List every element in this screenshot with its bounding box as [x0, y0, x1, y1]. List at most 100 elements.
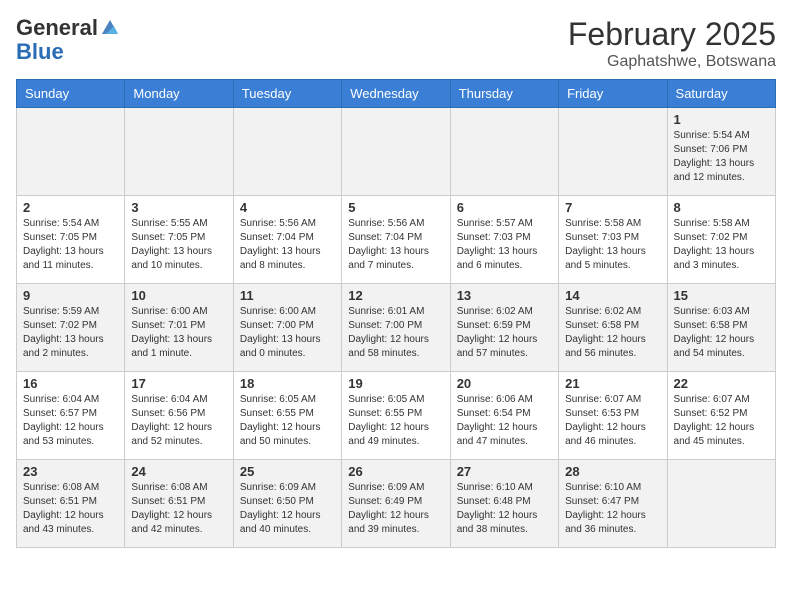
table-row: 13 Sunrise: 6:02 AMSunset: 6:59 PMDayligh… [450, 284, 558, 372]
table-row: 20 Sunrise: 6:06 AMSunset: 6:54 PMDayligh… [450, 372, 558, 460]
day-info: Sunrise: 5:54 AMSunset: 7:06 PMDaylight:… [674, 129, 769, 185]
col-sunday: Sunday [17, 80, 125, 108]
day-number: 18 [240, 376, 335, 391]
col-saturday: Saturday [667, 80, 775, 108]
logo-blue-text: Blue [16, 39, 64, 64]
logo-icon [100, 18, 120, 38]
day-number: 3 [131, 200, 226, 215]
logo-general-text: General [16, 16, 98, 40]
day-number: 1 [674, 112, 769, 127]
day-number: 14 [565, 288, 660, 303]
day-info: Sunrise: 6:00 AMSunset: 7:01 PMDaylight:… [131, 305, 226, 361]
day-number: 19 [348, 376, 443, 391]
day-info: Sunrise: 5:56 AMSunset: 7:04 PMDaylight:… [240, 217, 335, 273]
day-number: 17 [131, 376, 226, 391]
day-number: 22 [674, 376, 769, 391]
table-row: 24Sunrise: 6:08 AMSunset: 6:51 PMDayligh… [125, 460, 233, 548]
table-row: 12 Sunrise: 6:01 AMSunset: 7:00 PMDayligh… [342, 284, 450, 372]
table-row: 4 Sunrise: 5:56 AMSunset: 7:04 PMDaylight… [233, 196, 341, 284]
day-number: 4 [240, 200, 335, 215]
table-row: 5 Sunrise: 5:56 AMSunset: 7:04 PMDaylight… [342, 196, 450, 284]
day-number: 28 [565, 464, 660, 479]
table-row: 11 Sunrise: 6:00 AMSunset: 7:00 PMDayligh… [233, 284, 341, 372]
table-row [450, 108, 558, 196]
table-row [559, 108, 667, 196]
day-number: 9 [23, 288, 118, 303]
day-info: Sunrise: 5:59 AMSunset: 7:02 PMDaylight:… [23, 305, 118, 361]
table-row [342, 108, 450, 196]
calendar: Sunday Monday Tuesday Wednesday Thursday… [16, 79, 776, 548]
day-number: 11 [240, 288, 335, 303]
table-row [233, 108, 341, 196]
col-wednesday: Wednesday [342, 80, 450, 108]
day-info: Sunrise: 6:04 AMSunset: 6:57 PMDaylight:… [23, 393, 118, 449]
col-monday: Monday [125, 80, 233, 108]
day-number: 12 [348, 288, 443, 303]
table-row: 25 Sunrise: 6:09 AMSunset: 6:50 PMDayligh… [233, 460, 341, 548]
day-info: Sunrise: 6:10 AMSunset: 6:47 PMDaylight:… [565, 481, 660, 537]
table-row: 27 Sunrise: 6:10 AMSunset: 6:48 PMDayligh… [450, 460, 558, 548]
table-row: 23 Sunrise: 6:08 AMSunset: 6:51 PMDayligh… [17, 460, 125, 548]
day-info: Sunrise: 5:55 AMSunset: 7:05 PMDaylight:… [131, 217, 226, 273]
logo: General Blue [16, 16, 120, 64]
day-number: 6 [457, 200, 552, 215]
col-thursday: Thursday [450, 80, 558, 108]
day-number: 25 [240, 464, 335, 479]
day-number: 21 [565, 376, 660, 391]
month-title: February 2025 [568, 16, 776, 53]
table-row: 1 Sunrise: 5:54 AMSunset: 7:06 PMDaylight… [667, 108, 775, 196]
calendar-week-row: 9 Sunrise: 5:59 AMSunset: 7:02 PMDaylight… [17, 284, 776, 372]
table-row [125, 108, 233, 196]
day-info: Sunrise: 5:58 AMSunset: 7:03 PMDaylight:… [565, 217, 660, 273]
table-row [17, 108, 125, 196]
day-info: Sunrise: 6:08 AMSunset: 6:51 PMDaylight:… [23, 481, 118, 537]
day-info: Sunrise: 6:09 AMSunset: 6:50 PMDaylight:… [240, 481, 335, 537]
table-row: 3 Sunrise: 5:55 AMSunset: 7:05 PMDaylight… [125, 196, 233, 284]
calendar-week-row: 23 Sunrise: 6:08 AMSunset: 6:51 PMDayligh… [17, 460, 776, 548]
header: General Blue February 2025 Gaphatshwe, B… [16, 16, 776, 71]
day-info: Sunrise: 6:07 AMSunset: 6:52 PMDaylight:… [674, 393, 769, 449]
day-info: Sunrise: 6:02 AMSunset: 6:59 PMDaylight:… [457, 305, 552, 361]
table-row: 28 Sunrise: 6:10 AMSunset: 6:47 PMDayligh… [559, 460, 667, 548]
day-info: Sunrise: 6:07 AMSunset: 6:53 PMDaylight:… [565, 393, 660, 449]
day-info: Sunrise: 6:06 AMSunset: 6:54 PMDaylight:… [457, 393, 552, 449]
day-number: 26 [348, 464, 443, 479]
day-info: Sunrise: 5:54 AMSunset: 7:05 PMDaylight:… [23, 217, 118, 273]
day-info: Sunrise: 6:03 AMSunset: 6:58 PMDaylight:… [674, 305, 769, 361]
col-friday: Friday [559, 80, 667, 108]
table-row: 16 Sunrise: 6:04 AMSunset: 6:57 PMDayligh… [17, 372, 125, 460]
table-row: 2 Sunrise: 5:54 AMSunset: 7:05 PMDaylight… [17, 196, 125, 284]
day-number: 13 [457, 288, 552, 303]
col-tuesday: Tuesday [233, 80, 341, 108]
day-number: 5 [348, 200, 443, 215]
day-number: 15 [674, 288, 769, 303]
calendar-week-row: 16 Sunrise: 6:04 AMSunset: 6:57 PMDayligh… [17, 372, 776, 460]
table-row: 7Sunrise: 5:58 AMSunset: 7:03 PMDaylight… [559, 196, 667, 284]
table-row: 6 Sunrise: 5:57 AMSunset: 7:03 PMDaylight… [450, 196, 558, 284]
table-row: 18 Sunrise: 6:05 AMSunset: 6:55 PMDayligh… [233, 372, 341, 460]
day-info: Sunrise: 6:09 AMSunset: 6:49 PMDaylight:… [348, 481, 443, 537]
table-row: 19Sunrise: 6:05 AMSunset: 6:55 PMDayligh… [342, 372, 450, 460]
day-number: 23 [23, 464, 118, 479]
day-info: Sunrise: 6:10 AMSunset: 6:48 PMDaylight:… [457, 481, 552, 537]
day-info: Sunrise: 6:01 AMSunset: 7:00 PMDaylight:… [348, 305, 443, 361]
table-row: 15 Sunrise: 6:03 AMSunset: 6:58 PMDayligh… [667, 284, 775, 372]
day-info: Sunrise: 5:58 AMSunset: 7:02 PMDaylight:… [674, 217, 769, 273]
calendar-header-row: Sunday Monday Tuesday Wednesday Thursday… [17, 80, 776, 108]
day-number: 16 [23, 376, 118, 391]
day-info: Sunrise: 6:05 AMSunset: 6:55 PMDaylight:… [240, 393, 335, 449]
day-number: 8 [674, 200, 769, 215]
table-row: 17 Sunrise: 6:04 AMSunset: 6:56 PMDayligh… [125, 372, 233, 460]
day-number: 27 [457, 464, 552, 479]
day-number: 24 [131, 464, 226, 479]
table-row: 26 Sunrise: 6:09 AMSunset: 6:49 PMDayligh… [342, 460, 450, 548]
location: Gaphatshwe, Botswana [568, 53, 776, 71]
day-number: 20 [457, 376, 552, 391]
table-row: 10Sunrise: 6:00 AMSunset: 7:01 PMDayligh… [125, 284, 233, 372]
day-number: 2 [23, 200, 118, 215]
day-info: Sunrise: 6:00 AMSunset: 7:00 PMDaylight:… [240, 305, 335, 361]
day-info: Sunrise: 6:02 AMSunset: 6:58 PMDaylight:… [565, 305, 660, 361]
day-info: Sunrise: 5:57 AMSunset: 7:03 PMDaylight:… [457, 217, 552, 273]
day-info: Sunrise: 5:56 AMSunset: 7:04 PMDaylight:… [348, 217, 443, 273]
day-info: Sunrise: 6:04 AMSunset: 6:56 PMDaylight:… [131, 393, 226, 449]
